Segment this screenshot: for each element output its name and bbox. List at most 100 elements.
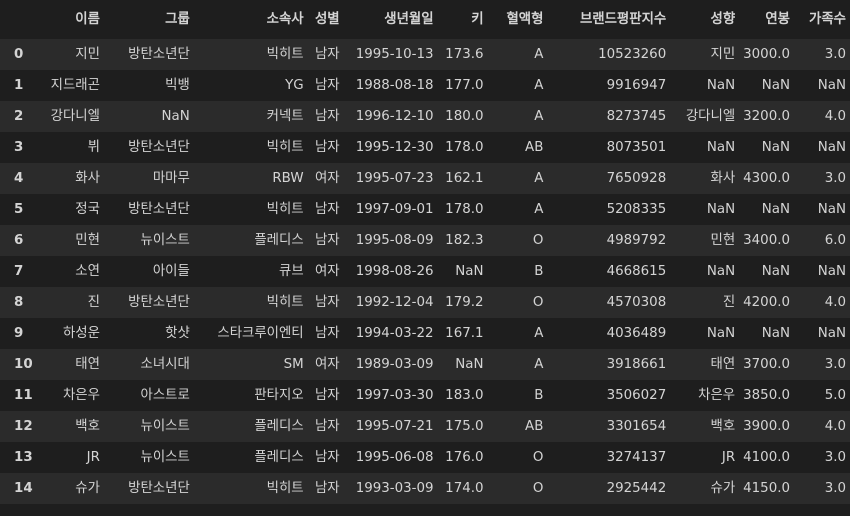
cell-brand-index: 8073501 (606, 140, 667, 155)
cell-brand-index: 5208335 (606, 202, 667, 217)
cell-agency: 빅히트 (266, 202, 304, 217)
header-agency: 소속사 (266, 12, 304, 27)
cell-salary: 3400.0 (743, 233, 790, 248)
cell-group: 뉴이스트 (140, 419, 190, 434)
cell-blood-type: AB (525, 419, 544, 434)
cell-agency: 플레디스 (254, 450, 304, 465)
cell-name: 진 (87, 295, 100, 310)
cell-height: 180.0 (445, 109, 484, 124)
cell-agency: RBW (272, 171, 304, 186)
cell-height: 174.0 (445, 481, 484, 496)
cell-brand-index: 3918661 (606, 357, 667, 372)
cell-name: 백호 (75, 419, 100, 434)
cell-gender: 남자 (314, 109, 340, 124)
row-index: 7 (14, 264, 24, 279)
cell-salary: 4200.0 (743, 295, 790, 310)
cell-name: 뷔 (87, 140, 100, 155)
row-index: 9 (14, 326, 24, 341)
cell-group: NaN (161, 109, 190, 124)
cell-height: 176.0 (445, 450, 484, 465)
cell-birthdate: 1994-03-22 (355, 326, 434, 341)
table-header: 이름 그룹 소속사 성별 생년월일 키 혈액형 브랜드평판지수 성향 연봉 가족… (0, 0, 850, 39)
cell-salary: NaN (761, 264, 790, 279)
cell-gender: 남자 (314, 47, 340, 62)
cell-birthdate: 1988-08-18 (355, 78, 434, 93)
table-row: 10 태연 소녀시대 SM 여자 1989-03-09 NaN A 3918661 태연 3700.… (0, 349, 850, 380)
header-gender: 성별 (314, 12, 340, 27)
cell-blood-type: O (532, 450, 544, 465)
cell-salary: 4100.0 (743, 450, 790, 465)
cell-family: NaN (817, 78, 846, 93)
table-row: 8 진 방탄소년단 빅히트 남자 1992-12-04 179.2 O 4570308 진 4200… (0, 287, 850, 318)
header-index (0, 0, 38, 39)
cell-group: 방탄소년단 (128, 202, 190, 217)
cell-name: 정국 (75, 202, 100, 217)
cell-group: 방탄소년단 (128, 295, 190, 310)
cell-height: 162.1 (445, 171, 484, 186)
cell-birthdate: 1997-09-01 (355, 202, 434, 217)
cell-gender: 남자 (314, 78, 340, 93)
header-blood-type: 혈액형 (506, 12, 544, 27)
cell-gender: 남자 (314, 326, 340, 341)
cell-group: 방탄소년단 (128, 140, 190, 155)
cell-agency: 플레디스 (254, 233, 304, 248)
dataframe-output: 이름 그룹 소속사 성별 생년월일 키 혈액형 브랜드평판지수 성향 연봉 가족… (0, 0, 850, 516)
cell-gender: 남자 (314, 388, 340, 403)
cell-salary: 3000.0 (743, 47, 790, 62)
cell-family: 3.0 (824, 171, 846, 186)
cell-brand-index: 9916947 (606, 78, 667, 93)
cell-family: 3.0 (824, 357, 846, 372)
row-index: 11 (14, 388, 33, 403)
cell-family: NaN (817, 202, 846, 217)
cell-salary: 3850.0 (743, 388, 790, 403)
cell-agency: YG (285, 78, 304, 93)
cell-height: 175.0 (445, 419, 484, 434)
row-index: 10 (14, 357, 33, 372)
table-row: 11 차은우 아스트로 판타지오 남자 1997-03-30 183.0 B 3506027 차은… (0, 380, 850, 411)
cell-brand-index: 3301654 (606, 419, 667, 434)
cell-status: NaN (706, 78, 736, 93)
cell-salary: NaN (761, 140, 790, 155)
header-row: 이름 그룹 소속사 성별 생년월일 키 혈액형 브랜드평판지수 성향 연봉 가족… (0, 0, 850, 39)
cell-birthdate: 1992-12-04 (355, 295, 434, 310)
table-row: 5 정국 방탄소년단 빅히트 남자 1997-09-01 178.0 A 5208335 NaN N… (0, 194, 850, 225)
cell-agency: 빅히트 (266, 481, 304, 496)
cell-family: 4.0 (824, 419, 846, 434)
cell-height: 178.0 (445, 140, 484, 155)
cell-status: 지민 (710, 47, 736, 62)
cell-name: 슈가 (75, 481, 100, 496)
cell-birthdate: 1997-03-30 (355, 388, 434, 403)
cell-gender: 남자 (314, 233, 340, 248)
cell-family: 5.0 (824, 388, 846, 403)
cell-birthdate: 1995-12-30 (355, 140, 434, 155)
table-row: 6 민현 뉴이스트 플레디스 남자 1995-08-09 182.3 O 4989792 민현 34… (0, 225, 850, 256)
cell-salary: NaN (761, 78, 790, 93)
cell-height: NaN (455, 357, 484, 372)
cell-agency: 빅히트 (266, 140, 304, 155)
header-status: 성향 (710, 12, 736, 27)
cell-gender: 남자 (314, 481, 340, 496)
cell-status: 태연 (710, 357, 736, 372)
cell-brand-index: 8273745 (606, 109, 667, 124)
cell-agency: 스타크루이엔티 (217, 326, 304, 341)
header-brand-index: 브랜드평판지수 (579, 12, 667, 27)
cell-status: NaN (706, 326, 736, 341)
row-index: 14 (14, 481, 33, 496)
cell-birthdate: 1995-06-08 (355, 450, 434, 465)
cell-salary: 3900.0 (743, 419, 790, 434)
cell-name: 화사 (75, 171, 100, 186)
cell-salary: NaN (761, 202, 790, 217)
cell-group: 소녀시대 (140, 357, 190, 372)
cell-blood-type: O (532, 481, 544, 496)
row-index: 8 (14, 295, 24, 310)
row-index: 3 (14, 140, 24, 155)
cell-birthdate: 1998-08-26 (355, 264, 434, 279)
table-row: 2 강다니엘 NaN 커넥트 남자 1996-12-10 180.0 A 8273745 강다니엘… (0, 101, 850, 132)
cell-blood-type: O (532, 295, 544, 310)
row-index: 1 (14, 78, 24, 93)
row-index: 2 (14, 109, 24, 124)
cell-group: 방탄소년단 (128, 47, 190, 62)
cell-salary: 3700.0 (743, 357, 790, 372)
cell-gender: 남자 (314, 140, 340, 155)
cell-status: 차은우 (698, 388, 736, 403)
